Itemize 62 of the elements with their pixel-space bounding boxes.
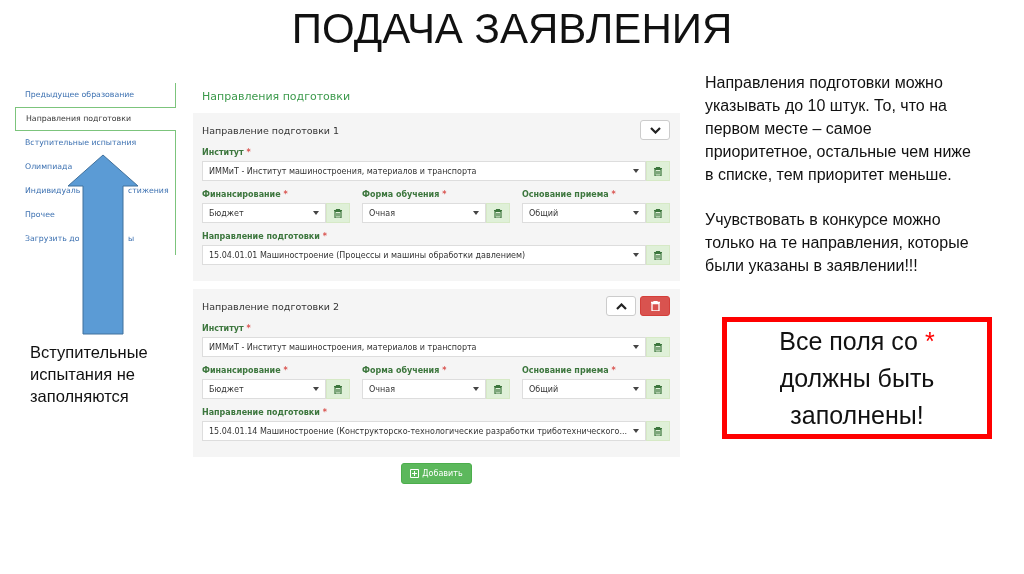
- section-heading: Направления подготовки: [201, 89, 352, 105]
- trash-icon: [654, 166, 662, 176]
- trash-icon: [654, 426, 662, 436]
- clear-button[interactable]: [646, 421, 670, 441]
- clear-button[interactable]: [486, 379, 510, 399]
- select-field[interactable]: Общий: [522, 203, 646, 223]
- select-field[interactable]: ИММиТ - Институт машиностроения, материалов и транспорта: [202, 161, 646, 181]
- select-field[interactable]: Бюджет: [202, 203, 326, 223]
- clear-button[interactable]: [326, 203, 350, 223]
- field-label: Финансирование *: [202, 365, 289, 377]
- select-field[interactable]: Общий: [522, 379, 646, 399]
- field-label: Форма обучения *: [362, 189, 448, 201]
- trash-icon: [494, 208, 502, 218]
- trash-icon: [334, 384, 342, 394]
- clear-button[interactable]: [486, 203, 510, 223]
- trash-icon: [654, 384, 662, 394]
- caret-icon: [473, 211, 479, 215]
- select-field[interactable]: Бюджет: [202, 379, 326, 399]
- clear-button[interactable]: [646, 379, 670, 399]
- trash-icon: [654, 208, 662, 218]
- clear-button[interactable]: [646, 203, 670, 223]
- select-field[interactable]: 15.04.01.01 Машиностроение (Процессы и машины обработки давлением): [202, 245, 646, 265]
- trash-icon: [650, 301, 660, 311]
- caret-icon: [633, 169, 639, 173]
- field-label: Основание приема *: [522, 365, 617, 377]
- slide-title: ПОДАЧА ЗАЯВЛЕНИЯ: [290, 4, 734, 54]
- clear-button[interactable]: [326, 379, 350, 399]
- field-label: Направление подготовки *: [202, 231, 328, 243]
- field-label: Направление подготовки *: [202, 407, 328, 419]
- callout-text: Все поля со * должны быть заполнены!: [778, 325, 936, 431]
- select-field[interactable]: Очная: [362, 379, 486, 399]
- field-label: Финансирование *: [202, 189, 289, 201]
- select-field[interactable]: 15.04.01.14 Машиностроение (Конструкторско-технологические разработки триботехнического...: [202, 421, 646, 441]
- select-field[interactable]: Очная: [362, 203, 486, 223]
- panel-title: Направление подготовки 2: [202, 300, 340, 312]
- trash-icon: [654, 342, 662, 352]
- delete-button[interactable]: [640, 296, 670, 316]
- clear-button[interactable]: [646, 161, 670, 181]
- toggle-button[interactable]: [606, 296, 636, 316]
- field-label: Форма обучения *: [362, 365, 448, 377]
- field-label: Институт *: [202, 147, 252, 159]
- caret-icon: [313, 211, 319, 215]
- field-label: Институт *: [202, 323, 252, 335]
- toggle-button[interactable]: [640, 120, 670, 140]
- trash-icon: [494, 384, 502, 394]
- caret-icon: [633, 211, 639, 215]
- select-field[interactable]: ИММиТ - Институт машиностроения, материалов и транспорта: [202, 337, 646, 357]
- note-text: Учувствовать в конкурсе можно только на те направления, которые были указаны в заявлении!!!: [705, 210, 970, 276]
- note-text: Направления подготовки можно указывать до 10 штук. То, что на первом месте – самое приоритетное, остальные чем ниже в списке, тем приоритет меньше.: [705, 73, 972, 185]
- caret-icon: [473, 387, 479, 391]
- caret-icon: [633, 253, 639, 257]
- panel-title: Направление подготовки 1: [202, 124, 340, 136]
- caret-icon: [633, 387, 639, 391]
- clear-button[interactable]: [646, 245, 670, 265]
- clear-button[interactable]: [646, 337, 670, 357]
- annotation-text: Вступительные испытания не заполняются: [30, 342, 149, 407]
- trash-icon: [654, 250, 662, 260]
- caret-icon: [313, 387, 319, 391]
- caret-icon: [633, 345, 639, 349]
- field-label: Основание приема *: [522, 189, 617, 201]
- caret-icon: [633, 429, 639, 433]
- trash-icon: [334, 208, 342, 218]
